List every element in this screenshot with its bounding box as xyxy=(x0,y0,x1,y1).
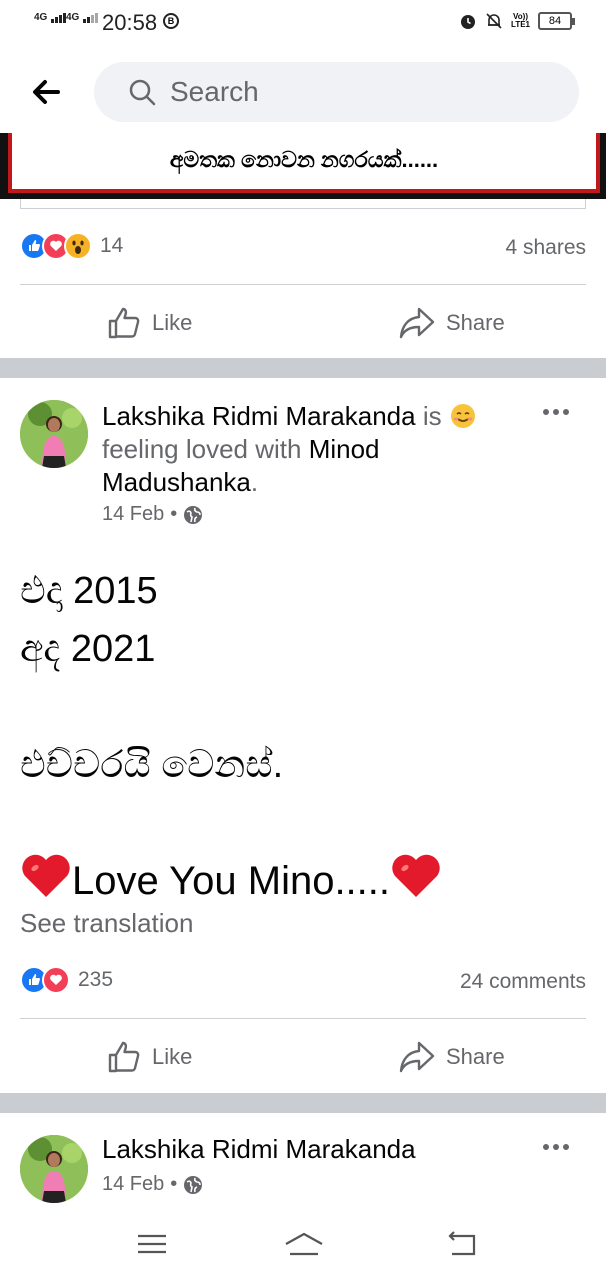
like-icon xyxy=(108,307,140,339)
search-bar[interactable]: Search xyxy=(94,62,579,122)
shared-post-image-frame: අමතක නොවන නගරයක්...... xyxy=(8,133,600,193)
post-actions: Like Share xyxy=(0,1022,606,1092)
like-icon xyxy=(108,1041,140,1073)
share-icon xyxy=(399,307,435,339)
back-arrow-icon xyxy=(33,80,60,104)
signal-icon xyxy=(83,12,99,23)
like-button[interactable]: Like xyxy=(106,288,192,358)
system-nav-bar xyxy=(0,1212,606,1280)
network-label-1: 4G xyxy=(34,12,48,23)
meta-separator: • xyxy=(170,1173,178,1195)
post-date[interactable]: 14 Feb xyxy=(102,1173,164,1196)
like-button[interactable]: Like xyxy=(106,1022,192,1092)
clock: 20:58 xyxy=(102,10,158,35)
post-line-4: එච්චරයි වෙනස්. xyxy=(20,744,284,786)
back-nav-icon xyxy=(448,1231,476,1256)
alarm-icon xyxy=(461,15,476,29)
love-reaction-icon xyxy=(42,966,70,994)
notifications-off-icon xyxy=(486,13,502,29)
battery-icon: 84 xyxy=(538,12,575,30)
author-name[interactable]: Lakshika Ridmi Marakanda xyxy=(102,1134,416,1164)
globe-icon xyxy=(184,505,203,524)
app-header: Search xyxy=(0,46,606,136)
red-heart-icon xyxy=(392,854,440,897)
more-options-button[interactable] xyxy=(538,1137,574,1157)
home-button[interactable] xyxy=(282,1226,323,1262)
feed-separator xyxy=(0,1093,606,1113)
avatar[interactable] xyxy=(20,400,88,468)
is-text: is xyxy=(415,401,449,431)
red-heart-icon xyxy=(22,854,70,897)
volte-icon: Vo)) LTE1 xyxy=(511,12,530,29)
like-label: Like xyxy=(152,310,193,335)
see-translation-link[interactable]: See translation xyxy=(20,908,193,939)
back-button[interactable] xyxy=(28,72,68,112)
reaction-count: 14 xyxy=(100,234,124,257)
status-bar: 4G 4G 20:58 B Vo)) LTE1 84 xyxy=(0,0,606,46)
globe-icon xyxy=(184,1175,203,1194)
reaction-summary[interactable]: 235 xyxy=(20,966,113,994)
post-actions: Like Share xyxy=(0,288,606,358)
menu-icon xyxy=(138,1234,166,1254)
shared-link-box xyxy=(20,199,586,209)
post-love-line: Love You Mino..... xyxy=(20,852,586,910)
post-author-line: Lakshika Ridmi Marakanda xyxy=(102,1133,542,1166)
post-line-5 xyxy=(20,794,586,852)
feeling-loved-emoji-icon xyxy=(450,404,475,428)
search-placeholder: Search xyxy=(170,76,259,107)
signal-icon xyxy=(51,12,67,23)
back-nav-button[interactable] xyxy=(442,1226,482,1262)
b-badge-icon: B xyxy=(163,13,179,29)
divider xyxy=(20,1018,586,1019)
post-line-3 xyxy=(20,678,586,736)
love-line-text: Love You Mino..... xyxy=(72,859,391,903)
post-author-line: Lakshika Ridmi Marakanda is feeling love… xyxy=(102,400,542,499)
menu-button[interactable] xyxy=(132,1226,172,1262)
post-date[interactable]: 14 Feb xyxy=(102,503,164,526)
reaction-count: 235 xyxy=(78,968,114,991)
meta-separator: • xyxy=(170,503,178,525)
avatar-photo xyxy=(20,1135,88,1203)
avatar[interactable] xyxy=(20,1135,88,1203)
post-meta: 14 Feb • xyxy=(102,503,203,526)
share-button[interactable]: Share xyxy=(398,1022,505,1092)
share-icon xyxy=(399,1041,435,1073)
avatar-photo xyxy=(20,400,88,468)
wow-reaction-icon xyxy=(64,232,92,260)
shares-count[interactable]: 4 shares xyxy=(505,236,586,260)
network-label-2: 4G xyxy=(66,12,80,23)
like-label: Like xyxy=(152,1044,193,1069)
post-line-1: එදා 2015 xyxy=(20,570,158,612)
share-button[interactable]: Share xyxy=(398,288,505,358)
divider xyxy=(20,284,586,285)
search-icon xyxy=(129,79,156,106)
feeling-text: feeling loved with xyxy=(102,434,309,464)
post-meta: 14 Feb • xyxy=(102,1173,203,1196)
feed-separator xyxy=(0,358,606,378)
share-label: Share xyxy=(446,1044,505,1069)
network-indicator-1: 4G xyxy=(34,12,67,23)
home-icon xyxy=(285,1232,323,1256)
period: . xyxy=(250,467,259,497)
post-text: එදා 2015 අද 2021 එච්චරයි වෙනස්. Love You… xyxy=(20,562,586,910)
network-indicator-2: 4G xyxy=(66,12,99,23)
comments-count[interactable]: 24 comments xyxy=(460,970,586,994)
shared-post-caption: අමතක නොවන නගරයක්...... xyxy=(169,147,439,172)
status-icons: Vo)) LTE1 84 xyxy=(459,12,575,30)
author-name[interactable]: Lakshika Ridmi Marakanda xyxy=(102,401,416,431)
more-options-button[interactable] xyxy=(538,402,574,422)
reaction-summary[interactable]: 14 xyxy=(20,232,123,260)
share-label: Share xyxy=(446,310,505,335)
shared-post-image[interactable]: අමතක නොවන නගරයක්...... xyxy=(0,133,606,199)
post-line-2: අද 2021 xyxy=(20,628,156,670)
